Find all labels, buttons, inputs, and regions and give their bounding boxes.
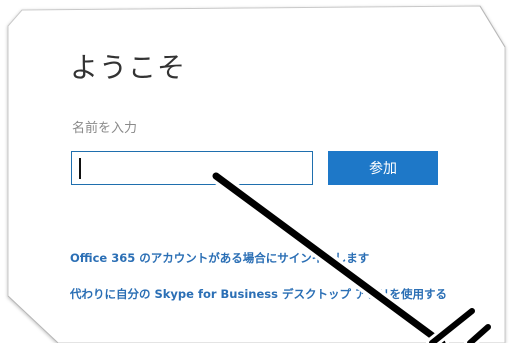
join-button[interactable]: 参加 xyxy=(328,151,438,185)
name-field-label: 名前を入力 xyxy=(72,121,138,136)
welcome-title: ようこそ xyxy=(70,51,187,84)
welcome-dialog: ようこそ 名前を入力 参加 Office 365 のアカウントがある場合にサイン… xyxy=(0,0,512,343)
office365-signin-link[interactable]: Office 365 のアカウントがある場合にサインインします xyxy=(70,250,369,266)
skype-desktop-app-link[interactable]: 代わりに自分の Skype for Business デスクトップ アプリを使用… xyxy=(70,286,447,302)
name-input[interactable] xyxy=(71,151,313,185)
text-cursor xyxy=(79,158,81,179)
